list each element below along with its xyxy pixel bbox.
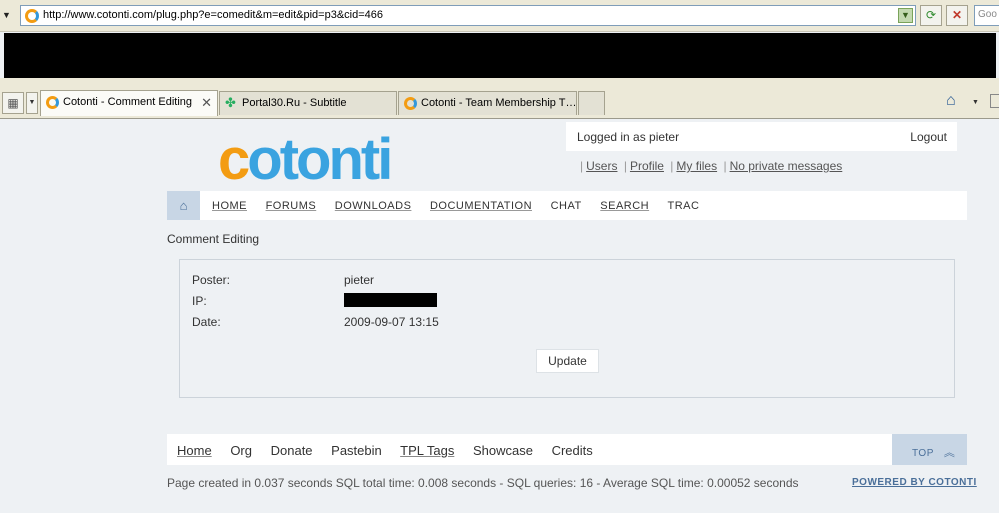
tab-close-icon[interactable]: ✕ [201,95,212,111]
home-icon[interactable]: ⌂ [946,92,956,110]
cotonti-logo[interactable]: cotonti [218,131,393,189]
sidebar-icon[interactable] [990,94,999,108]
ip-value-redacted [344,293,437,307]
footer-link-donate[interactable]: Donate [271,443,313,458]
toolbar-strip [0,78,999,87]
logged-in-label: Logged in as pieter [577,130,680,144]
tab-menu-icon[interactable]: ▼ [26,92,38,114]
page-stats: Page created in 0.037 seconds SQL total … [167,476,799,490]
logo-part: c [218,127,250,192]
footer-link-pastebin[interactable]: Pastebin [331,443,382,458]
home-menu-icon[interactable]: ▼ [972,99,979,106]
main-nav: ⌂ HOME FORUMS DOWNLOADS DOCUMENTATION CH… [167,191,967,220]
new-tab-button[interactable] [578,91,605,115]
nav-item-chat[interactable]: CHAT [551,200,582,212]
user-box: Logged in as pieter Logout [566,122,957,151]
date-value: 2009-09-07 13:15 [344,315,439,329]
nav-item-search[interactable]: SEARCH [600,200,649,212]
footer-nav: Home Org Donate Pastebin TPL Tags Showca… [167,434,967,465]
logo-part: tonti [279,127,394,192]
page-title: Comment Editing [167,232,260,246]
comment-details-box: Poster: pieter IP: Date: 2009-09-07 13:1… [179,259,955,398]
logout-link[interactable]: Logout [910,130,947,144]
clover-favicon-icon: ✤ [225,95,236,110]
nav-item-home[interactable]: HOME [212,200,247,212]
profile-link[interactable]: Profile [630,159,664,173]
page-content: cotonti Logged in as pieter Logout | User… [0,120,999,513]
nav-item-downloads[interactable]: DOWNLOADS [335,200,412,212]
tab-label: Cotonti - Comment Editing [63,96,192,108]
stop-button[interactable]: ✕ [946,5,968,26]
redacted-toolbar [4,33,996,78]
update-button[interactable]: Update [536,349,599,373]
chevron-up-icon: ︽ [943,447,956,459]
tab-comment-editing[interactable]: Cotonti - Comment Editing ✕ [40,90,218,116]
top-label: TOP [912,448,934,459]
user-links: | Users | Profile | My files | No private me… [580,159,843,173]
reload-button[interactable]: ⟳ [920,5,942,26]
address-bar-row: ▼ http://www.cotonti.com/plug.php?e=come… [0,0,999,32]
url-text[interactable]: http://www.cotonti.com/plug.php?e=comedi… [43,9,383,21]
nav-item-forums[interactable]: FORUMS [266,200,317,212]
users-link[interactable]: Users [586,159,617,173]
history-dropdown-icon[interactable]: ▼ [2,10,11,20]
tab-team-membership[interactable]: Cotonti - Team Membership T… [398,91,577,115]
nav-item-trac[interactable]: TRAC [667,200,699,212]
footer-link-tpl-tags[interactable]: TPL Tags [400,443,454,458]
url-field[interactable]: http://www.cotonti.com/plug.php?e=comedi… [20,5,916,26]
site-favicon-icon [25,9,39,23]
poster-label: Poster: [192,273,231,287]
tab-label: Cotonti - Team Membership T… [421,97,577,109]
date-label: Date: [192,315,221,329]
private-messages-link[interactable]: No private messages [730,159,843,173]
cotonti-favicon-icon [46,96,59,109]
nav-home-icon[interactable]: ⌂ [167,191,200,220]
nav-item-documentation[interactable]: DOCUMENTATION [430,200,532,212]
footer-link-org[interactable]: Org [230,443,252,458]
search-field[interactable]: Goo [974,5,999,26]
url-dropdown-icon[interactable]: ▼ [898,8,913,23]
ip-label: IP: [192,294,207,308]
tab-bar: ▦ ▼ Cotonti - Comment Editing ✕ ✤ Portal… [0,87,999,119]
powered-by-link[interactable]: POWERED BY COTONTI [852,477,977,488]
tab-portal30[interactable]: ✤ Portal30.Ru - Subtitle [219,91,397,115]
top-button[interactable]: TOP ︽ [892,434,967,465]
footer-link-credits[interactable]: Credits [552,443,593,458]
cotonti-favicon-icon [404,97,417,110]
my-files-link[interactable]: My files [676,159,717,173]
tab-list-icon[interactable]: ▦ [2,92,24,114]
logo-part: o [247,127,282,192]
tab-label: Portal30.Ru - Subtitle [242,97,347,109]
poster-value: pieter [344,273,375,287]
footer-link-showcase[interactable]: Showcase [473,443,533,458]
footer-link-home[interactable]: Home [177,443,212,458]
